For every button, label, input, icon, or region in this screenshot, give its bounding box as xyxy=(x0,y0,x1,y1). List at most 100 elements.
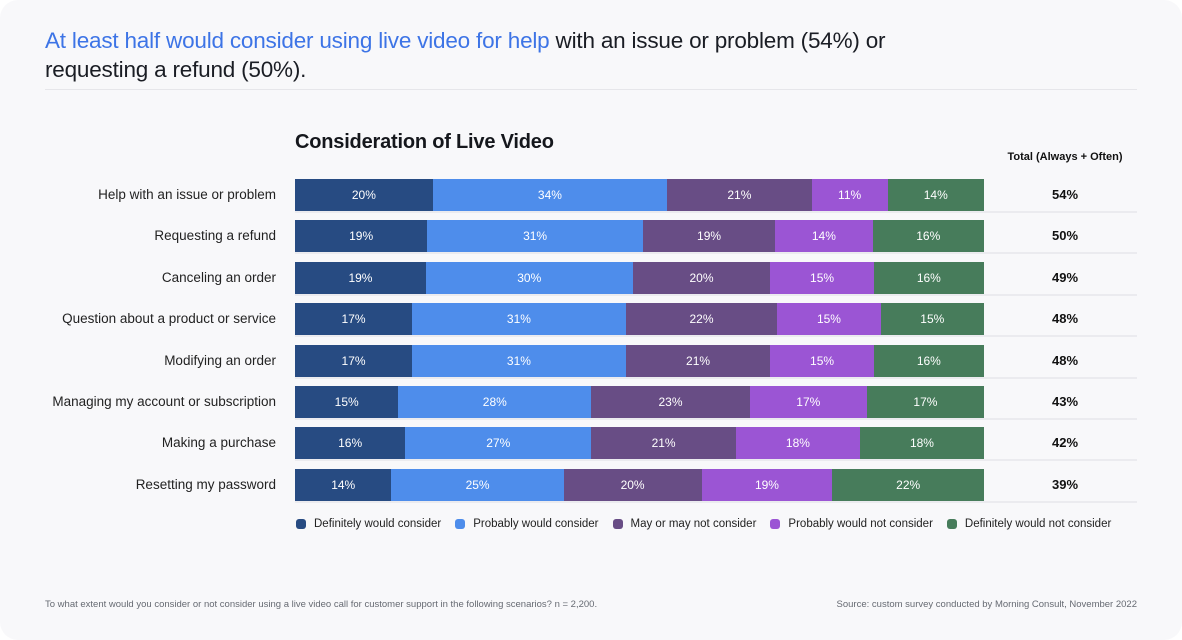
total-value: 54% xyxy=(1051,187,1079,202)
legend-label: May or may not consider xyxy=(630,518,757,530)
category-label: Question about a product or service xyxy=(62,311,276,327)
total-value: 48% xyxy=(1051,311,1079,327)
headline-divider xyxy=(45,89,1137,90)
legend-swatch xyxy=(455,519,466,529)
total-value: 48% xyxy=(1051,352,1079,368)
chart-row: Help with an issue or problem 20% 34% 21% 11… xyxy=(0,179,1182,213)
chart-row: Requesting a refund 19% 31% 19% 14% 16% 50% xyxy=(0,220,1182,255)
bar-segment: 21% xyxy=(667,179,812,211)
bar-segment: 15% xyxy=(770,261,874,294)
chart-title: Consideration of Live Video xyxy=(295,131,554,153)
headline: At least half would consider using live … xyxy=(45,26,945,84)
bar-segment: 14% xyxy=(775,220,873,253)
bar-segment: 16% xyxy=(873,344,984,377)
stacked-bar: 17% 31% 22% 15% 15% xyxy=(295,303,984,336)
stacked-bar: 20% 34% 21% 11% 14% xyxy=(295,179,984,211)
legend-item: Probably would consider xyxy=(455,518,599,530)
legend-label: Definitely would consider xyxy=(314,518,442,530)
bar-segment: 28% xyxy=(398,386,592,418)
row-separator xyxy=(295,211,1137,213)
chart-row: Canceling an order 19% 30% 20% 15% 16% 49% xyxy=(0,261,1182,296)
row-separator xyxy=(295,252,1137,255)
legend-item: Definitely would not consider xyxy=(946,518,1112,530)
bar-segment: 19% xyxy=(642,220,776,253)
bar-segment: 17% xyxy=(295,303,413,336)
legend-swatch xyxy=(612,519,623,529)
bar-segment: 20% xyxy=(563,468,702,501)
chart-row: Question about a product or service 17% 31… xyxy=(0,303,1182,338)
bar-segment: 31% xyxy=(427,220,643,253)
bar-segment: 19% xyxy=(295,220,428,253)
category-label: Help with an issue or problem xyxy=(98,187,276,202)
bar-segment: 14% xyxy=(295,468,392,501)
category-label: Requesting a refund xyxy=(154,228,276,244)
bar-segment: 20% xyxy=(632,261,771,294)
total-value: 50% xyxy=(1051,228,1079,244)
bar-segment: 11% xyxy=(811,179,888,211)
bar-segment: 17% xyxy=(295,344,413,377)
total-value: 43% xyxy=(1051,394,1079,409)
row-separator xyxy=(295,418,1137,420)
bar-segment: 19% xyxy=(295,261,426,294)
bar-segment: 16% xyxy=(295,427,406,460)
category-label: Making a purchase xyxy=(161,435,276,451)
bar-segment: 22% xyxy=(832,468,984,501)
category-label: Managing my account or subscription xyxy=(52,394,276,409)
total-value: 42% xyxy=(1051,435,1079,451)
bar-segment: 15% xyxy=(880,303,984,336)
bar-segment: 25% xyxy=(391,468,564,501)
category-label: Resetting my password xyxy=(135,476,276,492)
bar-segment: 30% xyxy=(425,261,633,294)
bar-segment: 18% xyxy=(735,427,860,460)
bar-segment: 21% xyxy=(591,427,736,460)
row-separator xyxy=(295,500,1137,503)
legend-swatch xyxy=(946,519,957,529)
row-separator xyxy=(295,293,1137,296)
bar-segment: 15% xyxy=(295,386,399,418)
headline-highlight: At least half would consider using live … xyxy=(45,28,550,53)
row-separator xyxy=(295,335,1137,338)
stacked-bar: 16% 27% 21% 18% 18% xyxy=(295,427,984,460)
bar-segment: 21% xyxy=(625,344,771,377)
chart-row: Resetting my password 14% 25% 20% 19% 22% 39% xyxy=(0,468,1182,503)
bar-segment: 23% xyxy=(591,386,750,418)
total-value: 49% xyxy=(1051,269,1079,285)
legend-label: Probably would consider xyxy=(473,518,599,530)
chart-legend: Definitely would consider Probably would … xyxy=(296,518,1125,530)
bar-segment: 15% xyxy=(770,344,874,377)
bar-segment: 31% xyxy=(412,344,626,377)
bar-segment: 19% xyxy=(701,468,833,501)
bar-segment: 17% xyxy=(749,386,867,418)
bar-segment: 31% xyxy=(412,303,626,336)
category-label: Modifying an order xyxy=(164,352,276,368)
legend-item: May or may not consider xyxy=(612,518,757,530)
stacked-bar: 17% 31% 21% 15% 16% xyxy=(295,344,984,377)
stacked-bar: 19% 31% 19% 14% 16% xyxy=(295,220,984,253)
legend-label: Probably would not consider xyxy=(788,518,933,530)
source-note: Source: custom survey conducted by Morni… xyxy=(836,599,1137,610)
row-separator xyxy=(295,376,1137,379)
chart-row: Managing my account or subscription 15% 28… xyxy=(0,386,1182,420)
stacked-bar: 19% 30% 20% 15% 16% xyxy=(295,261,984,294)
chart-row: Making a purchase 16% 27% 21% 18% 18% 42% xyxy=(0,427,1182,462)
bar-segment: 20% xyxy=(295,179,433,211)
bar-segment: 16% xyxy=(873,261,984,294)
legend-swatch xyxy=(296,519,306,529)
chart-row: Modifying an order 17% 31% 21% 15% 16% 48% xyxy=(0,344,1182,379)
bar-segment: 15% xyxy=(777,303,881,336)
category-label: Canceling an order xyxy=(161,269,276,285)
row-separator xyxy=(295,459,1137,462)
legend-swatch xyxy=(770,519,781,529)
bar-segment: 16% xyxy=(872,220,984,253)
total-column-header: Total (Always + Often) xyxy=(1007,151,1123,163)
legend-item: Definitely would consider xyxy=(296,518,441,530)
bar-segment: 17% xyxy=(866,386,984,418)
stacked-bar: 14% 25% 20% 19% 22% xyxy=(295,468,984,501)
legend-label: Definitely would not consider xyxy=(964,518,1112,530)
bar-segment: 22% xyxy=(625,303,778,336)
stacked-bar: 15% 28% 23% 17% 17% xyxy=(295,386,984,418)
bar-segment: 34% xyxy=(432,179,668,211)
bar-segment: 27% xyxy=(405,427,592,460)
total-value: 39% xyxy=(1051,476,1079,492)
legend-item: Probably would not consider xyxy=(770,518,933,530)
